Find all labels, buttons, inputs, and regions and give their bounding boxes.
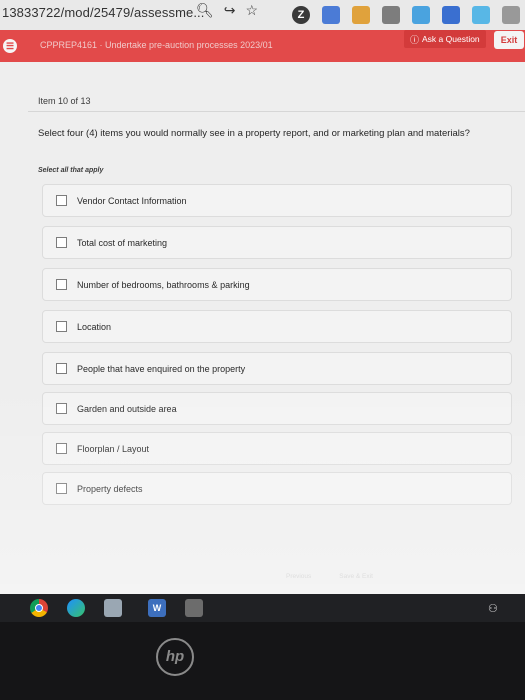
chrome-icon[interactable] bbox=[30, 599, 48, 617]
extension-badge-icon[interactable]: Z bbox=[292, 6, 310, 24]
question-text: Select four (4) items you would normally… bbox=[38, 128, 470, 139]
answer-option[interactable]: Total cost of marketing bbox=[42, 226, 512, 259]
answer-option[interactable]: Property defects bbox=[42, 472, 512, 505]
option-label: Number of bedrooms, bathrooms & parking bbox=[77, 279, 250, 290]
files-icon[interactable] bbox=[104, 599, 122, 617]
option-label: Vendor Contact Information bbox=[77, 195, 187, 206]
answer-option[interactable]: Floorplan / Layout bbox=[42, 432, 512, 465]
option-label: Property defects bbox=[77, 483, 143, 494]
extension-icon[interactable] bbox=[472, 6, 490, 24]
ask-question-label: Ask a Question bbox=[422, 34, 480, 44]
answer-option[interactable]: Number of bedrooms, bathrooms & parking bbox=[42, 268, 512, 301]
help-icon: ⓘ bbox=[410, 34, 420, 45]
question-panel: Item 10 of 13 Select four (4) items you … bbox=[28, 84, 525, 604]
option-label: Total cost of marketing bbox=[77, 237, 168, 248]
taskbar: W ⚇ bbox=[0, 594, 525, 622]
checkbox[interactable] bbox=[56, 443, 67, 454]
checkbox[interactable] bbox=[56, 363, 67, 374]
share-icon[interactable]: ↪ bbox=[224, 2, 236, 19]
hp-logo: hp bbox=[156, 638, 194, 676]
people-icon[interactable]: ⚇ bbox=[488, 602, 498, 615]
ask-question-button[interactable]: ⓘ Ask a Question bbox=[404, 30, 486, 48]
laptop-bezel bbox=[0, 622, 525, 700]
item-counter: Item 10 of 13 bbox=[38, 96, 91, 106]
extension-icon[interactable] bbox=[382, 6, 400, 24]
checkbox[interactable] bbox=[56, 237, 67, 248]
answer-option[interactable]: Vendor Contact Information bbox=[42, 184, 512, 217]
answer-option[interactable]: People that have enquired on the propert… bbox=[42, 352, 512, 385]
checkbox[interactable] bbox=[56, 483, 67, 494]
answer-option[interactable]: Location bbox=[42, 310, 512, 343]
save-exit-button[interactable]: Save & Exit bbox=[339, 573, 373, 580]
checkbox[interactable] bbox=[56, 195, 67, 206]
extension-icon[interactable] bbox=[442, 6, 460, 24]
extension-toolbar: Z bbox=[292, 0, 525, 30]
option-label: Location bbox=[77, 321, 112, 332]
word-icon[interactable]: W bbox=[148, 599, 166, 617]
search-icon[interactable]: 🔍︎ bbox=[196, 2, 214, 19]
checkbox[interactable] bbox=[56, 321, 67, 332]
star-icon[interactable]: ☆ bbox=[246, 2, 259, 19]
option-label: People that have enquired on the propert… bbox=[77, 363, 246, 374]
divider bbox=[28, 111, 525, 112]
edge-icon[interactable] bbox=[67, 599, 85, 617]
exit-button[interactable]: Exit bbox=[494, 31, 524, 49]
extension-icon[interactable] bbox=[352, 6, 370, 24]
answer-option[interactable]: Garden and outside area bbox=[42, 392, 512, 425]
course-title: CPPREP4161 · Undertake pre-auction proce… bbox=[40, 40, 273, 50]
extension-icon[interactable] bbox=[322, 6, 340, 24]
address-bar-icons: 🔍︎ ↪ ☆ bbox=[196, 2, 258, 19]
extension-icon[interactable] bbox=[412, 6, 430, 24]
previous-button[interactable]: Previous bbox=[286, 573, 311, 580]
screen: 13833722/mod/25479/assessme... 🔍︎ ↪ ☆ Z … bbox=[0, 0, 525, 645]
option-label: Garden and outside area bbox=[77, 403, 177, 414]
extension-icon[interactable] bbox=[502, 6, 520, 24]
app-header: ☰ CPPREP4161 · Undertake pre-auction pro… bbox=[0, 30, 525, 62]
menu-icon[interactable]: ☰ bbox=[3, 39, 17, 53]
checkbox[interactable] bbox=[56, 279, 67, 290]
browser-address-bar: 13833722/mod/25479/assessme... 🔍︎ ↪ ☆ Z bbox=[0, 0, 525, 31]
option-label: Floorplan / Layout bbox=[77, 443, 150, 454]
checkbox[interactable] bbox=[56, 403, 67, 414]
url-text[interactable]: 13833722/mod/25479/assessme... bbox=[2, 5, 204, 20]
calculator-icon[interactable] bbox=[185, 599, 203, 617]
instruction-text: Select all that apply bbox=[38, 167, 104, 174]
footer-nav: Previous Save & Exit bbox=[286, 573, 373, 580]
